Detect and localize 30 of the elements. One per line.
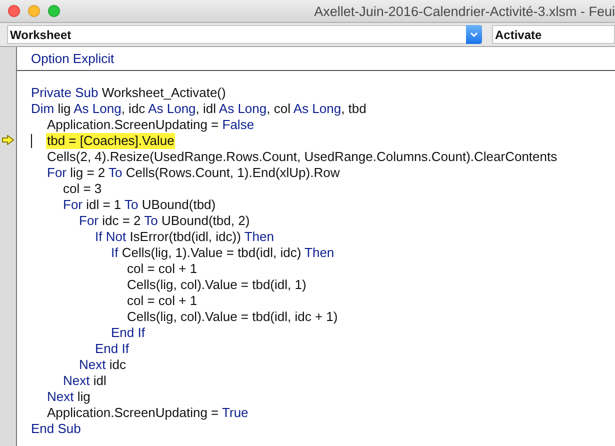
code-line: col = col + 1: [126, 261, 198, 277]
text-caret: [31, 134, 32, 148]
code-line: Option Explicit: [30, 51, 116, 66]
code-line: End If: [94, 341, 130, 357]
code-line: Private Sub Worksheet_Activate(): [30, 85, 227, 101]
minimize-button[interactable]: [28, 5, 40, 17]
code-line: col = 3: [62, 181, 103, 197]
code-line: For idc = 2 To UBound(tbd, 2): [78, 213, 251, 229]
window-title: Axellet-Juin-2016-Calendrier-Activité-3.xlsm - Feui: [314, 4, 615, 18]
code-line: Cells(lig, col).Value = tbd(idl, idc + 1): [126, 309, 339, 325]
chevron-down-icon: [470, 32, 478, 37]
code-line: Next lig: [46, 389, 92, 405]
code-line: For lig = 2 To Cells(Rows.Count, 1).End(xlUp).Row: [46, 165, 341, 181]
code-line: Cells(lig, col).Value = tbd(idl, 1): [126, 277, 308, 293]
code-line: Next idc: [78, 357, 127, 373]
code-line: End Sub: [30, 421, 82, 437]
procedure-dropdown[interactable]: Activate: [492, 25, 615, 44]
code-line: If Not IsError(tbd(idl, idc)) Then: [94, 229, 275, 245]
code-line: Next idl: [62, 373, 108, 389]
code-line: Cells(2, 4).Resize(UsedRange.Rows.Count, UsedRange.Columns.Count).ClearContents: [46, 149, 558, 165]
code-line: Application.ScreenUpdating = False: [46, 117, 256, 133]
code-line: If Cells(lig, 1).Value = tbd(idl, idc) Then: [110, 245, 336, 261]
zoom-button[interactable]: [48, 5, 60, 17]
code-line: End If: [110, 325, 146, 341]
code-line: Dim lig As Long, idc As Long, idl As Long, col As Long, tbd: [30, 101, 368, 117]
object-dropdown[interactable]: Worksheet: [7, 25, 482, 44]
code-line: col = col + 1: [126, 293, 198, 309]
code-line: Application.ScreenUpdating = True: [46, 405, 250, 421]
code-line: For idl = 1 To UBound(tbd): [62, 197, 217, 213]
close-button[interactable]: [8, 5, 20, 17]
